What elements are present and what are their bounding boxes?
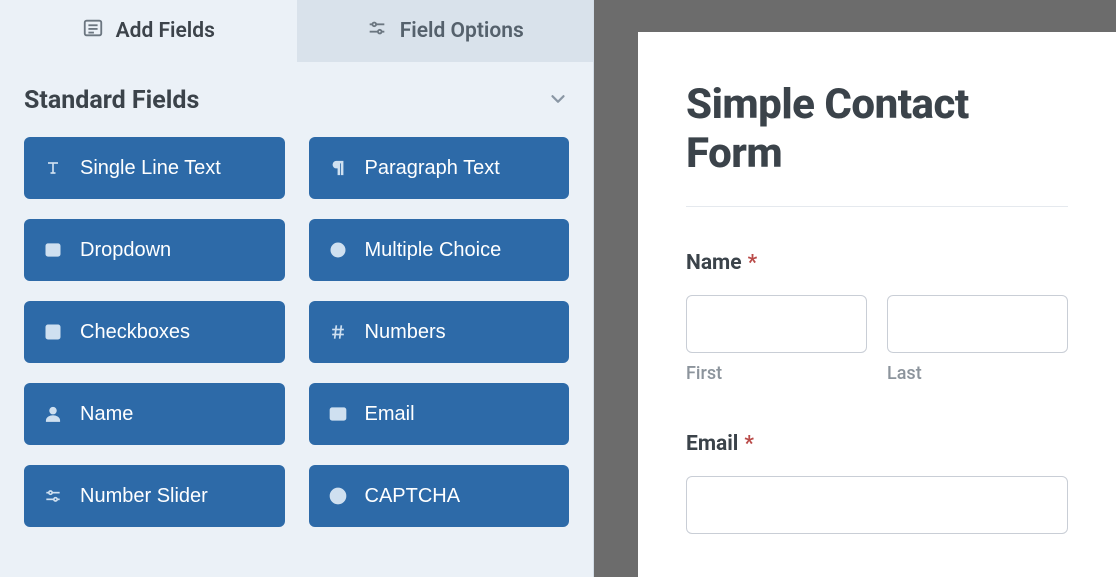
field-paragraph-text[interactable]: Paragraph Text (309, 137, 570, 199)
preview-field-name[interactable]: Name * First Last (686, 251, 1068, 384)
name-first-input[interactable] (686, 295, 867, 353)
field-label: Dropdown (80, 239, 171, 262)
field-single-line-text[interactable]: Single Line Text (24, 137, 285, 199)
sidebar-tabs: Add Fields Field Options (0, 0, 593, 62)
sidebar: Add Fields Field Options Standard Fields (0, 0, 594, 577)
email-input[interactable] (686, 476, 1068, 534)
name-last-subfield: Last (887, 295, 1068, 384)
section-header-standard[interactable]: Standard Fields (24, 86, 569, 115)
form-icon (82, 17, 104, 45)
field-grid: Single Line Text Paragraph Text Dropdown (24, 137, 569, 527)
form-title: Simple Contact Form (686, 80, 1068, 178)
field-label: Checkboxes (80, 321, 190, 344)
email-label: Email * (686, 432, 1068, 456)
name-last-input[interactable] (887, 295, 1068, 353)
field-checkboxes[interactable]: Checkboxes (24, 301, 285, 363)
field-label: Name (80, 403, 133, 426)
tab-add-fields[interactable]: Add Fields (0, 0, 297, 62)
app-root: Add Fields Field Options Standard Fields (0, 0, 1116, 577)
form-canvas: Simple Contact Form Name * First Last (594, 0, 1116, 577)
field-name[interactable]: Name (24, 383, 285, 445)
title-divider (686, 206, 1068, 207)
field-label: Paragraph Text (365, 157, 500, 180)
email-label-text: Email (686, 432, 738, 456)
required-mark: * (744, 432, 754, 456)
question-circle-icon (327, 485, 349, 507)
fields-panel: Standard Fields Single Line Text Para (0, 62, 593, 527)
name-first-subfield: First (686, 295, 867, 384)
sliders-icon (42, 485, 64, 507)
field-label: Numbers (365, 321, 446, 344)
field-label: Number Slider (80, 485, 208, 508)
name-row: First Last (686, 295, 1068, 384)
dropdown-icon (42, 239, 64, 261)
name-label: Name * (686, 251, 1068, 275)
user-icon (42, 403, 64, 425)
tab-field-options-label: Field Options (400, 19, 524, 43)
paragraph-icon (327, 157, 349, 179)
tab-field-options[interactable]: Field Options (297, 0, 594, 62)
name-label-text: Name (686, 251, 742, 275)
tab-add-fields-label: Add Fields (116, 19, 215, 43)
envelope-icon (327, 403, 349, 425)
chevron-down-icon (547, 88, 569, 114)
field-captcha[interactable]: CAPTCHA (309, 465, 570, 527)
name-last-sublabel: Last (887, 363, 1068, 384)
section-title-standard: Standard Fields (24, 86, 199, 115)
form-preview[interactable]: Simple Contact Form Name * First Last (638, 32, 1116, 577)
field-multiple-choice[interactable]: Multiple Choice (309, 219, 570, 281)
sliders-icon (366, 17, 388, 45)
field-label: Multiple Choice (365, 239, 502, 262)
field-label: CAPTCHA (365, 485, 461, 508)
required-mark: * (748, 251, 758, 275)
radio-icon (327, 239, 349, 261)
field-label: Single Line Text (80, 157, 221, 180)
hash-icon (327, 321, 349, 343)
preview-field-email[interactable]: Email * (686, 432, 1068, 534)
field-dropdown[interactable]: Dropdown (24, 219, 285, 281)
name-first-sublabel: First (686, 363, 867, 384)
field-email[interactable]: Email (309, 383, 570, 445)
checkbox-icon (42, 321, 64, 343)
field-number-slider[interactable]: Number Slider (24, 465, 285, 527)
field-label: Email (365, 403, 415, 426)
text-cursor-icon (42, 157, 64, 179)
field-numbers[interactable]: Numbers (309, 301, 570, 363)
